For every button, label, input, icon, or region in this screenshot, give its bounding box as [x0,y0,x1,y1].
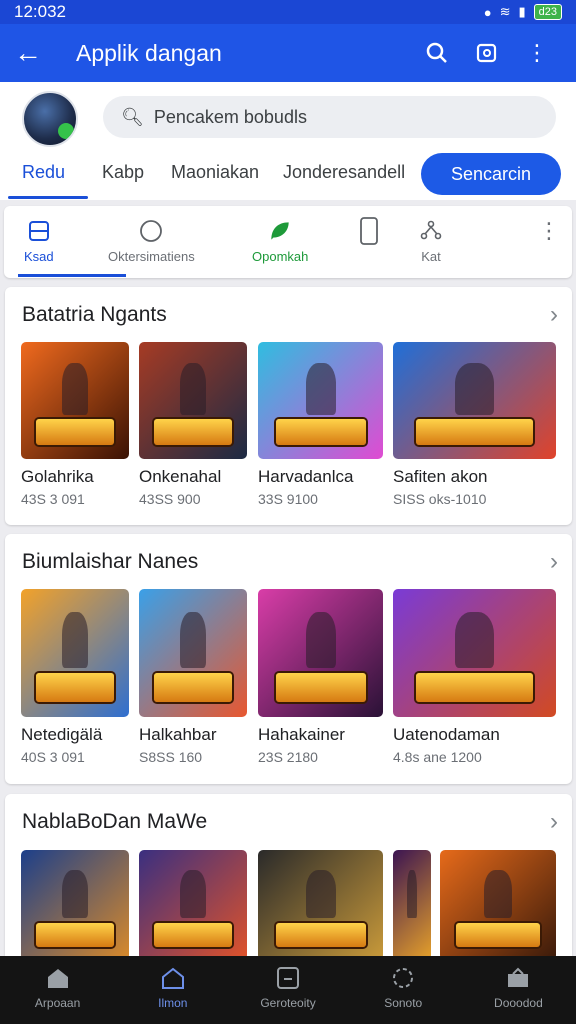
nav-label: Dooodod [494,996,543,1010]
tab-kabp[interactable]: Kabp [102,162,144,183]
chevron-right-icon[interactable]: › [550,548,558,576]
tab-bar: Redu Kabp Maoniakan Jonderesandell Senca… [0,150,576,200]
chip-opomkah[interactable]: Opomkah [252,218,308,264]
nav-item-dooodod[interactable]: Dooodod [461,956,576,1024]
chip-label: Kat [421,249,441,264]
app-name: Harvadanlca [258,467,354,486]
app-thumbnail[interactable] [258,589,383,717]
app-meta: 43SS 900 [139,491,201,507]
app-meta: SISS oks-1010 [393,491,487,507]
app-meta: 43S 3 091 [21,491,85,507]
chevron-right-icon[interactable]: › [550,808,558,836]
chevron-right-icon[interactable]: › [550,301,558,329]
status-icons: ● ≋ ▮ d23 [484,4,562,20]
app-thumbnail[interactable] [393,342,556,459]
tab-jonderesandell[interactable]: Jonderesandell [283,162,405,183]
clock: 12:032 [14,2,66,21]
section-biumlaishar-nanes: Biumlaishar Nanes › Netedigälä 40S 3 091… [5,534,572,784]
app-meta: S8SS 160 [139,749,203,765]
primary-action-button[interactable]: Sencarcin [421,153,561,195]
leaf-icon [267,218,293,244]
app-thumbnail[interactable] [139,589,247,717]
app-name: Hahakainer [258,725,345,744]
app-thumbnail[interactable] [393,850,431,956]
bottom-navigation: Arpoaan Ilmon Geroteoity Sonoto Dooodod [0,956,576,1024]
status-bar: 12:032 ● ≋ ▮ d23 [0,0,576,24]
nav-item-arpoaan[interactable]: Arpoaan [0,956,115,1024]
app-meta: 40S 3 091 [21,749,85,765]
more-vert-icon: ⋮ [538,218,560,243]
search-input[interactable]: 🔍︎ Pencakem bobudls [103,96,556,138]
chip-oktersimatiens[interactable]: Oktersimatiens [108,218,195,264]
square-icon [26,218,52,244]
app-thumbnail[interactable] [139,850,247,956]
app-name: Golahrika [21,467,94,486]
nav-label: Geroteoity [260,996,316,1010]
category-chips: Ksad Oktersimatiens Opomkah Kat ⋮ [4,206,572,278]
app-bar: ← Applik dangan ⋮ [0,24,576,82]
nav-label: Ilmon [158,996,188,1010]
chip-more[interactable]: ⋮ [536,218,562,249]
alarm-icon: ● [483,4,492,20]
app-meta: 33S 9100 [258,491,318,507]
chip-label: Oktersimatiens [108,249,195,264]
nav-label: Arpoaan [34,996,81,1010]
more-vert-icon[interactable]: ⋮ [512,40,562,66]
signal-icon: ▮ [518,4,526,19]
section-batatria-ngants: Batatria Ngants › Golahrika 43S 3 091 On… [5,287,572,525]
app-thumbnail[interactable] [21,342,129,459]
section-title[interactable]: NablaBoDan MaWe [22,810,207,834]
app-thumbnail[interactable] [258,342,383,459]
app-name: Onkenahal [139,467,222,486]
app-meta: 23S 2180 [258,749,318,765]
tab-indicator [8,196,88,199]
chip-phone[interactable] [356,217,382,249]
app-name: Halkahbar [139,725,217,744]
arrow-back-icon[interactable]: ← [14,37,58,69]
chip-label: Ksad [24,249,54,264]
app-thumbnail[interactable] [440,850,556,956]
online-badge [58,123,74,139]
app-name: Uatenodaman [393,725,500,744]
search-icon[interactable] [412,41,462,65]
phone-icon [356,217,382,245]
house-outline-icon [160,966,186,996]
nav-item-ilmon[interactable]: Ilmon [115,956,230,1024]
nav-item-geroteoity[interactable]: Geroteoity [230,956,345,1024]
app-name: Safiten akon [393,467,488,486]
app-title: Applik dangan [76,39,222,66]
box-icon [275,966,301,996]
inbox-icon [505,966,531,996]
gamepad-icon [390,966,416,996]
chip-ksad[interactable]: Ksad [24,218,54,264]
network-icon [418,218,444,244]
app-thumbnail[interactable] [393,589,556,717]
search-placeholder: Pencakem bobudls [153,106,307,127]
battery-icon: d23 [533,4,562,20]
nav-label: Sonoto [384,996,423,1010]
app-name: Netedigälä [21,725,103,744]
chip-label: Opomkah [252,249,309,264]
chip-indicator [18,274,126,277]
circle-icon [138,218,164,244]
app-thumbnail[interactable] [21,850,129,956]
tab-maoniakan[interactable]: Maoniakan [171,162,259,183]
wifi-icon: ≋ [499,4,511,19]
tab-redu[interactable]: Redu [22,162,65,183]
section-title[interactable]: Batatria Ngants [22,303,167,327]
search-icon: 🔍︎ [121,106,144,127]
avatar[interactable] [22,91,78,147]
chip-kat[interactable]: Kat [418,218,444,264]
edit-icon[interactable] [462,41,512,65]
app-thumbnail[interactable] [139,342,247,459]
top-panel: 🔍︎ Pencakem bobudls Redu Kabp Maoniakan … [0,82,576,200]
app-thumbnail[interactable] [21,589,129,717]
app-meta: 4.8s ane 1200 [393,749,482,765]
nav-item-sonoto[interactable]: Sonoto [346,956,461,1024]
section-title[interactable]: Biumlaishar Nanes [22,550,198,574]
home-icon [45,966,71,996]
section-nablabodan-mawe: NablaBoDan MaWe › [5,794,572,956]
app-thumbnail[interactable] [258,850,383,956]
